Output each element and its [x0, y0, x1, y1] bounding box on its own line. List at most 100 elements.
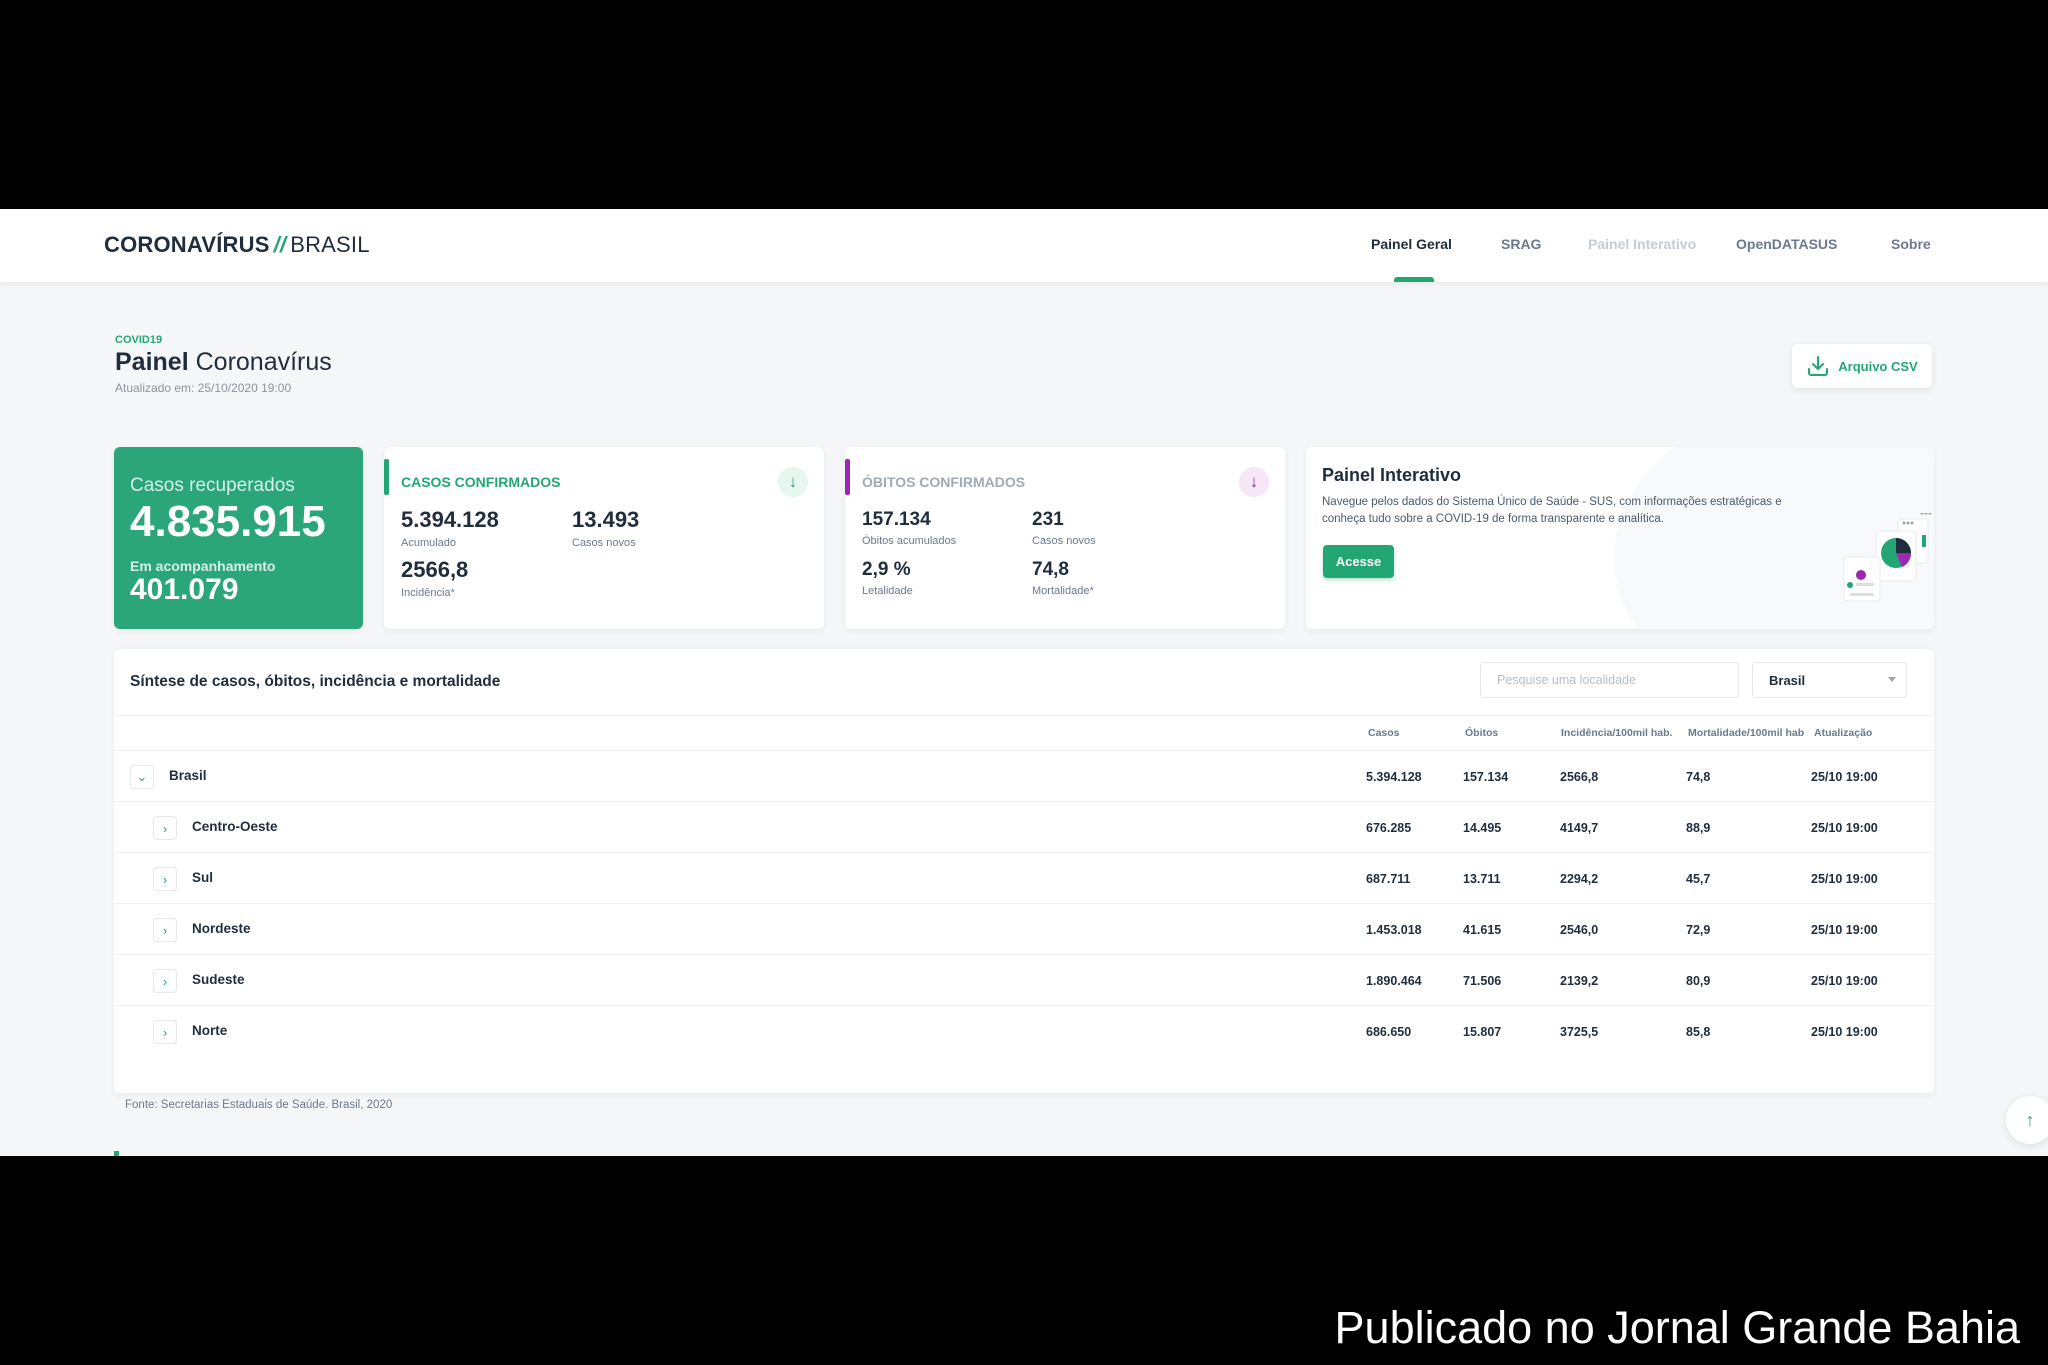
chevron-right-icon[interactable]: › [153, 969, 177, 993]
table-row-sul[interactable]: › Sul 687.711 13.711 2294,2 45,7 25/10 1… [114, 853, 1934, 904]
row-name: Sudeste [192, 972, 245, 987]
monitoring-label: Em acompanhamento [130, 558, 276, 574]
cell-casos: 1.453.018 [1366, 923, 1422, 937]
bottom-accent-mark [114, 1151, 119, 1156]
confirmed-deaths-card: ÓBITOS CONFIRMADOS ↓ 157.134 Óbitos acum… [845, 447, 1285, 629]
cell-mortalidade: 88,9 [1686, 821, 1711, 835]
row-name: Sul [192, 870, 214, 885]
column-header-incidencia: Incidência/100mil hab. [1561, 727, 1673, 739]
brand-logo[interactable]: CORONAVÍRUS//BRASIL [104, 232, 370, 258]
arrow-down-icon[interactable]: ↓ [1239, 467, 1269, 497]
cell-mortalidade: 85,8 [1686, 1025, 1711, 1039]
nav-painel-interativo[interactable]: Painel Interativo [1588, 236, 1696, 252]
page-title: Painel Coronavírus [115, 348, 332, 377]
row-name: Nordeste [192, 921, 251, 936]
chevron-right-icon[interactable]: › [153, 1020, 177, 1044]
arrow-down-icon[interactable]: ↓ [778, 467, 808, 497]
acesse-button[interactable]: Acesse [1323, 545, 1394, 578]
cases-incidence-label: Incidência* [401, 587, 455, 599]
dashboard-illustration-icon [1843, 513, 1932, 602]
row-name: Centro-Oeste [192, 819, 278, 834]
page-title-bold: Painel [115, 348, 189, 376]
chevron-down-icon[interactable]: ⌄ [130, 765, 154, 789]
column-header-casos: Casos [1368, 727, 1400, 739]
table-header: Casos Óbitos Incidência/100mil hab. Mort… [114, 715, 1934, 751]
interactive-panel-card: Painel Interativo Navegue pelos dados do… [1306, 447, 1934, 629]
synthesis-table-card: Síntese de casos, óbitos, incidência e m… [114, 649, 1934, 1093]
column-header-atualizacao: Atualização [1814, 727, 1873, 739]
table-row-norte[interactable]: › Norte 686.650 15.807 3725,5 85,8 25/10… [114, 1006, 1934, 1057]
cases-incidence-value: 2566,8 [401, 557, 469, 582]
deaths-new-value: 231 [1032, 509, 1064, 530]
download-icon [1808, 356, 1829, 376]
cases-new-value: 13.493 [572, 507, 640, 532]
deaths-accent-bar [845, 459, 850, 495]
lethality-label: Letalidade [862, 585, 913, 597]
arrow-up-icon[interactable]: ↑ [2006, 1096, 2048, 1144]
cases-new-label: Casos novos [572, 537, 636, 549]
data-source-note: Fonte: Secretarias Estaduais de Saúde. B… [125, 1099, 393, 1111]
panel-title: Painel Interativo [1322, 465, 1462, 485]
nav-opendatasus[interactable]: OpenDATASUS [1736, 236, 1837, 252]
row-name: Brasil [169, 768, 207, 783]
brand-bold: CORONAVÍRUS [104, 232, 270, 257]
dashboard-screen: CORONAVÍRUS//BRASIL Painel Geral SRAG Pa… [0, 209, 2048, 1156]
csv-button-label: Arquivo CSV [1838, 358, 1918, 374]
cases-accumulated-value: 5.394.128 [401, 507, 499, 532]
lethality-value: 2,9 % [862, 559, 911, 580]
recovered-value: 4.835.915 [130, 497, 326, 546]
cell-obitos: 71.506 [1463, 974, 1502, 988]
cell-incidencia: 2546,0 [1560, 923, 1599, 937]
brand-separator: // [273, 232, 287, 257]
cell-atualizacao: 25/10 19:00 [1811, 974, 1878, 988]
deaths-card-title: ÓBITOS CONFIRMADOS [862, 474, 1026, 490]
mortality-label: Mortalidade* [1032, 585, 1094, 597]
cases-card-title: CASOS CONFIRMADOS [401, 474, 561, 490]
cell-incidencia: 4149,7 [1560, 821, 1599, 835]
table-row-sudeste[interactable]: › Sudeste 1.890.464 71.506 2139,2 80,9 2… [114, 955, 1934, 1006]
column-header-obitos: Óbitos [1465, 727, 1499, 739]
table-row-nordeste[interactable]: › Nordeste 1.453.018 41.615 2546,0 72,9 … [114, 904, 1934, 955]
cell-atualizacao: 25/10 19:00 [1811, 770, 1878, 784]
panel-description: Navegue pelos dados do Sistema Único de … [1322, 496, 1782, 525]
mortality-value: 74,8 [1032, 559, 1069, 580]
cell-mortalidade: 74,8 [1686, 770, 1711, 784]
cell-incidencia: 2566,8 [1560, 770, 1599, 784]
cases-accumulated-label: Acumulado [401, 537, 457, 549]
location-search-input[interactable] [1480, 662, 1739, 698]
nav-sobre[interactable]: Sobre [1891, 236, 1931, 252]
cell-atualizacao: 25/10 19:00 [1811, 872, 1878, 886]
table-row-centro-oeste[interactable]: › Centro-Oeste 676.285 14.495 4149,7 88,… [114, 802, 1934, 853]
table-row-brasil[interactable]: ⌄ Brasil 5.394.128 157.134 2566,8 74,8 2… [114, 751, 1934, 802]
chevron-right-icon[interactable]: › [153, 918, 177, 942]
table-title: Síntese de casos, óbitos, incidência e m… [130, 673, 501, 690]
top-header: CORONAVÍRUS//BRASIL Painel Geral SRAG Pa… [0, 209, 2048, 282]
cell-incidencia: 2294,2 [1560, 872, 1599, 886]
column-header-mortalidade: Mortalidade/100mil hab [1688, 727, 1805, 739]
nav-painel-geral[interactable]: Painel Geral [1371, 236, 1452, 252]
page-tag: COVID19 [115, 334, 163, 346]
cell-atualizacao: 25/10 19:00 [1811, 1025, 1878, 1039]
updated-timestamp: Atualizado em: 25/10/2020 19:00 [115, 381, 292, 395]
cell-obitos: 14.495 [1463, 821, 1502, 835]
cell-mortalidade: 72,9 [1686, 923, 1711, 937]
row-name: Norte [192, 1023, 228, 1038]
cell-casos: 676.285 [1366, 821, 1412, 835]
chevron-right-icon[interactable]: › [153, 816, 177, 840]
recovered-card: Casos recuperados 4.835.915 Em acompanha… [114, 447, 363, 629]
deaths-accumulated-label: Óbitos acumulados [862, 535, 957, 547]
cell-atualizacao: 25/10 19:00 [1811, 923, 1878, 937]
nav-srag[interactable]: SRAG [1501, 236, 1541, 252]
cell-atualizacao: 25/10 19:00 [1811, 821, 1878, 835]
csv-download-button[interactable]: Arquivo CSV [1792, 344, 1932, 388]
confirmed-cases-card: CASOS CONFIRMADOS ↓ 5.394.128 Acumulado … [384, 447, 824, 629]
caret-down-icon [1888, 677, 1896, 682]
region-select-value: Brasil [1769, 672, 1806, 688]
cell-mortalidade: 80,9 [1686, 974, 1711, 988]
cell-obitos: 15.807 [1463, 1025, 1502, 1039]
cell-casos: 686.650 [1366, 1025, 1412, 1039]
chevron-right-icon[interactable]: › [153, 867, 177, 891]
monitoring-value: 401.079 [130, 573, 239, 606]
brand-light: BRASIL [290, 232, 370, 257]
region-select[interactable]: Brasil [1752, 662, 1907, 698]
